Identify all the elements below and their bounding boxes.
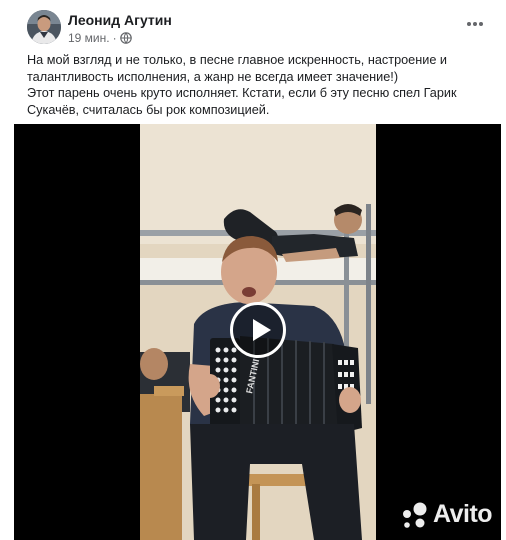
post-text-line: На мой взгляд и не только, в песне главн… xyxy=(27,53,447,67)
post-text: На мой взгляд и не только, в песне главн… xyxy=(27,52,487,118)
post-text-line: Сукачёв, считалась бы рок композицией. xyxy=(27,102,270,117)
avito-brand: Avito xyxy=(433,500,493,528)
avito-logo-icon xyxy=(403,502,427,528)
author-avatar[interactable] xyxy=(27,10,61,44)
meta-separator: · xyxy=(112,31,117,45)
play-icon[interactable] xyxy=(230,302,286,358)
post-text-line: талантливость исполнения, а жанр не всег… xyxy=(27,69,399,84)
facebook-post: Леонид Агутин 19 мин. · На мой взгляд и н… xyxy=(0,0,506,540)
video-player[interactable]: FANTINI Avito xyxy=(14,124,501,540)
post-header: Леонид Агутин 19 мин. · xyxy=(25,10,495,46)
more-horizontal-icon[interactable] xyxy=(463,16,487,32)
post-text-line: Этот парень очень круто исполняет. Кстат… xyxy=(27,86,457,101)
post-meta: 19 мин. · xyxy=(68,31,132,47)
author-name[interactable]: Леонид Агутин xyxy=(68,12,172,28)
globe-icon[interactable] xyxy=(119,32,132,47)
post-time[interactable]: 19 мин. xyxy=(68,31,110,45)
